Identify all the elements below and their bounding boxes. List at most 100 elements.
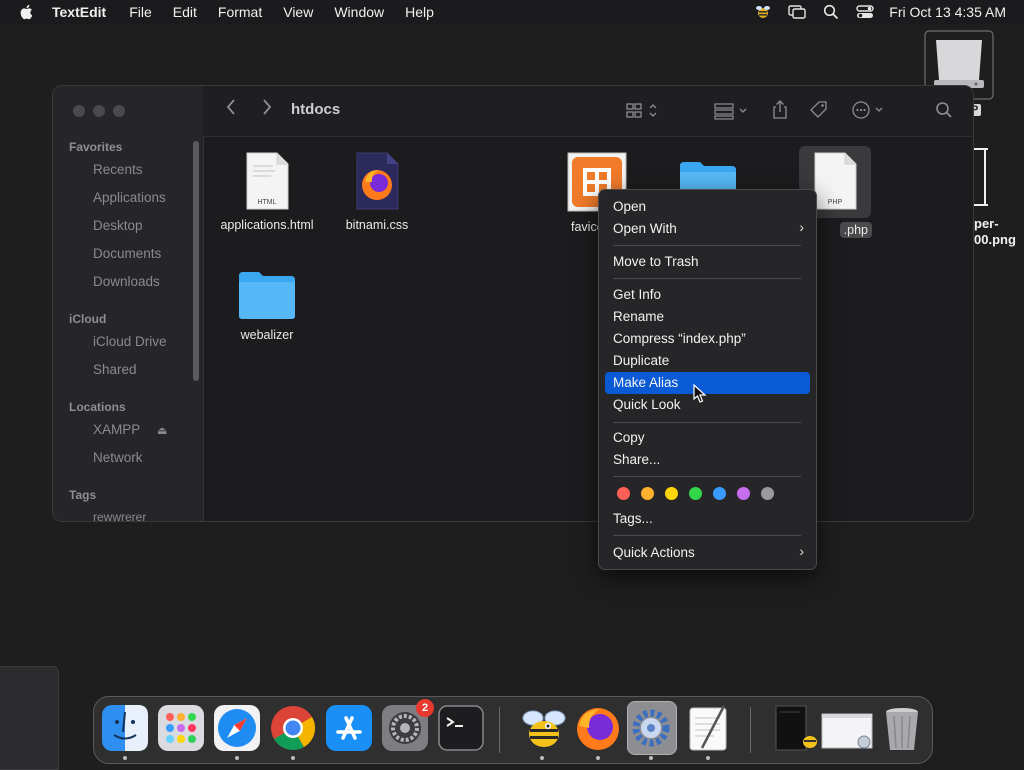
tag-color-purple[interactable] (737, 487, 750, 500)
desktop-image-icon-edge (984, 148, 986, 206)
eject-icon[interactable]: ⏏ (157, 424, 167, 437)
view-mode-button[interactable] (625, 102, 661, 120)
tag-color-green[interactable] (689, 487, 702, 500)
dock-separator (499, 707, 500, 753)
sidebar-item-network[interactable]: Network (93, 450, 143, 465)
cursor-icon (693, 384, 707, 403)
menu-file[interactable]: File (129, 4, 152, 20)
preview-window-icon[interactable] (820, 704, 876, 752)
sidebar-item-downloads[interactable]: Downloads (93, 274, 160, 289)
tag-color-gray[interactable] (761, 487, 774, 500)
menu-separator (613, 422, 801, 423)
more-actions-button[interactable] (851, 100, 889, 120)
folder-item[interactable]: webalizer (212, 268, 322, 343)
menu-app-name[interactable]: TextEdit (52, 4, 106, 20)
menu-view[interactable]: View (283, 4, 313, 20)
firefox-document-icon (356, 152, 399, 210)
menu-edit[interactable]: Edit (173, 4, 197, 20)
sidebar-item-documents[interactable]: Documents (93, 246, 161, 261)
menu-item-duplicate[interactable]: Duplicate (613, 351, 669, 371)
sidebar-item-icloud-drive[interactable]: iCloud Drive (93, 334, 167, 349)
bee-icon[interactable] (753, 4, 773, 20)
file-item[interactable]: HTML applications.html (212, 152, 322, 233)
forward-button[interactable] (261, 98, 273, 116)
sidebar-item-shared[interactable]: Shared (93, 362, 137, 377)
tag-color-yellow[interactable] (665, 487, 678, 500)
running-indicator (540, 756, 544, 760)
trash-icon[interactable] (878, 704, 926, 752)
search-icon (936, 102, 952, 118)
tag-color-orange[interactable] (641, 487, 654, 500)
launchpad-icon[interactable] (157, 704, 205, 752)
menu-separator (613, 278, 801, 279)
menu-separator (613, 476, 801, 477)
share-button[interactable] (771, 100, 789, 120)
html-file-icon: HTML (246, 152, 289, 210)
close-button[interactable] (73, 105, 85, 117)
textedit-icon[interactable] (684, 704, 732, 752)
menu-item-copy[interactable]: Copy (613, 428, 645, 448)
search-button[interactable] (935, 101, 953, 119)
sidebar-favorites-header: Favorites (69, 140, 123, 154)
menu-item-share[interactable]: Share... (613, 450, 660, 470)
tag-color-red[interactable] (617, 487, 630, 500)
menu-item-quick-look[interactable]: Quick Look (613, 395, 681, 415)
menu-item-open[interactable]: Open (613, 197, 646, 217)
menu-item-compress[interactable]: Compress “index.php” (613, 329, 746, 349)
running-indicator (649, 756, 653, 760)
html-badge: HTML (257, 199, 276, 206)
file-item[interactable]: bitnami.css (322, 152, 432, 233)
menu-format[interactable]: Format (218, 4, 262, 20)
menu-window[interactable]: Window (334, 4, 384, 20)
menu-clock[interactable]: Fri Oct 13 4:35 AM (889, 4, 1006, 20)
running-indicator (596, 756, 600, 760)
bee-app-icon[interactable] (520, 704, 568, 752)
menu-help[interactable]: Help (405, 4, 434, 20)
apple-icon[interactable] (18, 3, 36, 21)
sidebar-item-recents[interactable]: Recents (93, 162, 143, 177)
screen-mirroring-icon[interactable] (787, 4, 807, 20)
folder-icon (239, 272, 295, 319)
safari-icon[interactable] (213, 704, 261, 752)
sidebar-item-desktop[interactable]: Desktop (93, 218, 143, 233)
menu-item-label: Open With (613, 221, 677, 236)
menu-item-quick-actions[interactable]: Quick Actions (613, 543, 695, 563)
tag-color-blue[interactable] (713, 487, 726, 500)
finder-icon[interactable] (101, 704, 149, 752)
finder-window: Favorites Recents Applications Desktop D… (52, 85, 974, 522)
tag-button[interactable] (809, 100, 829, 120)
chrome-icon[interactable] (269, 704, 317, 752)
file-name: webalizer (240, 328, 294, 342)
sidebar-item-tag[interactable]: rewwrerer (93, 510, 146, 521)
minimize-button[interactable] (93, 105, 105, 117)
menu-item-make-alias[interactable]: Make Alias (613, 373, 678, 393)
settings-gear-icon[interactable] (627, 704, 675, 752)
context-menu: Open Open With › Move to Trash Get Info … (598, 189, 817, 570)
sidebar-locations-header: Locations (69, 400, 126, 414)
menu-item-tags[interactable]: Tags... (613, 509, 653, 529)
menu-item-move-to-trash[interactable]: Move to Trash (613, 252, 699, 272)
ellipsis-circle-icon (852, 101, 883, 119)
sidebar-item-applications[interactable]: Applications (93, 190, 166, 205)
control-center-icon[interactable] (855, 4, 875, 20)
sidebar-scrollbar[interactable] (193, 141, 199, 381)
chevron-left-icon (226, 99, 235, 115)
window-title: htdocs (291, 101, 341, 118)
share-icon (773, 100, 787, 119)
dock-separator (750, 707, 751, 753)
app-store-icon[interactable] (325, 704, 373, 752)
zoom-button[interactable] (113, 105, 125, 117)
search-icon[interactable] (821, 4, 841, 20)
menu-item-get-info[interactable]: Get Info (613, 285, 661, 305)
finder-toolbar: htdocs (203, 86, 973, 137)
sidebar-item-xampp[interactable]: XAMPP (93, 422, 140, 437)
back-button[interactable] (225, 98, 237, 116)
terminal-icon[interactable] (437, 704, 485, 752)
firefox-icon[interactable] (574, 704, 622, 752)
icon-view-icon (626, 103, 657, 118)
group-button[interactable] (713, 102, 751, 120)
screenshot-thumbnail-icon[interactable] (770, 704, 818, 752)
menu-item-rename[interactable]: Rename (613, 307, 664, 327)
menu-item-open-with[interactable]: Open With (613, 219, 803, 239)
chevron-right-icon: › (799, 543, 804, 559)
